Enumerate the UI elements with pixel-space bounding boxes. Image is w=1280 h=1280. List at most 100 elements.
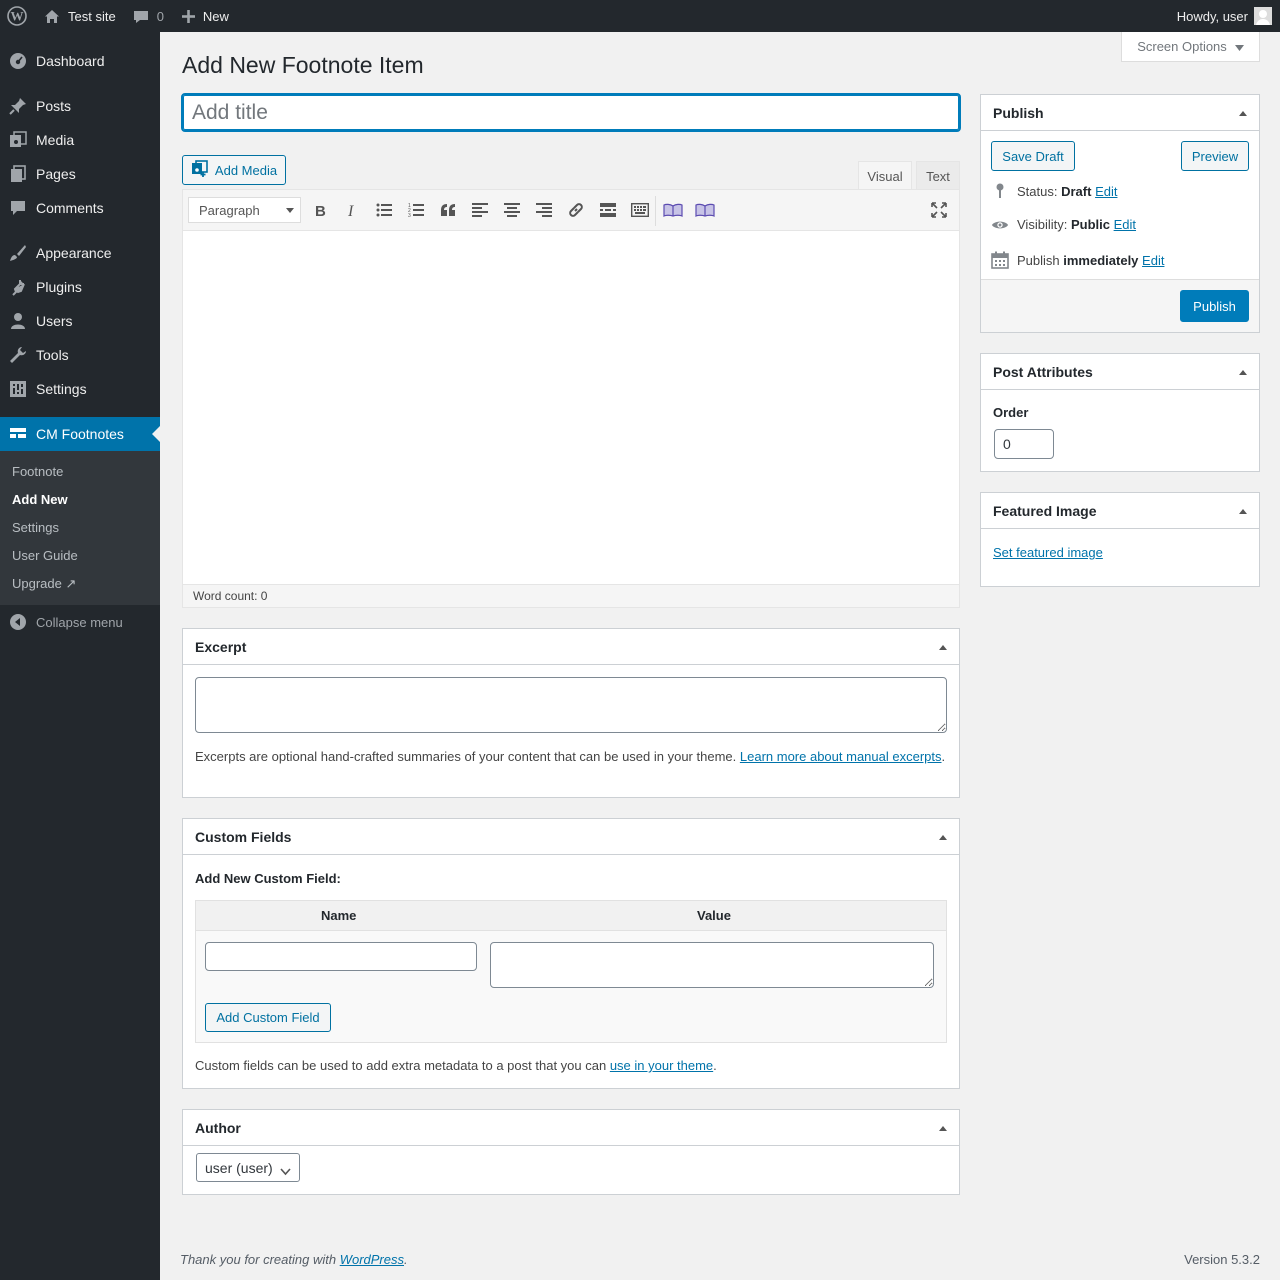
collapse-toggle-icon[interactable] (939, 1126, 947, 1131)
new-content-link[interactable]: New (172, 0, 237, 32)
comments-link[interactable]: 0 (124, 0, 172, 32)
screen-options-button[interactable]: Screen Options (1121, 32, 1260, 62)
sidebar-item-appearance[interactable]: Appearance (0, 236, 160, 270)
insert-link-button[interactable] (565, 200, 587, 222)
add-media-label: Add Media (214, 162, 278, 178)
plug-icon (0, 278, 36, 296)
submenu-item-footnote[interactable]: Footnote (12, 464, 63, 479)
submenu-item-user-guide[interactable]: User Guide (12, 548, 78, 563)
sidebar-item-label: Settings (36, 381, 87, 397)
collapse-arrow-icon (0, 613, 36, 631)
footnotes-icon (0, 425, 36, 443)
custom-field-value-textarea[interactable] (490, 942, 934, 988)
blockquote-button[interactable] (437, 200, 459, 222)
brush-icon (0, 244, 36, 262)
comment-bubble-icon (133, 9, 149, 24)
visibility-value: Public (1070, 217, 1110, 232)
sidebar-item-settings[interactable]: Settings (0, 372, 160, 406)
admin-sidebar: Dashboard Posts Media Pages Comments App… (0, 32, 160, 1280)
author-select[interactable]: user (user) (196, 1153, 300, 1182)
edit-publish-time-link[interactable]: Edit (1142, 253, 1164, 268)
excerpt-box: Excerpt Excerpts are optional hand-craft… (182, 628, 960, 798)
toolbar-toggle-button[interactable] (629, 200, 651, 222)
submenu-item-add-new[interactable]: Add New (12, 492, 68, 507)
collapse-toggle-icon[interactable] (1239, 111, 1247, 116)
submenu-item-settings[interactable]: Settings (12, 520, 59, 535)
sidebar-item-posts[interactable]: Posts (0, 89, 160, 123)
featured-image-header[interactable]: Featured Image (981, 493, 1259, 529)
tab-text[interactable]: Text (916, 161, 960, 190)
sidebar-item-dashboard[interactable]: Dashboard (0, 44, 160, 78)
svg-text:I: I (347, 203, 354, 217)
sidebar-item-label: Users (36, 313, 73, 329)
featured-image-box: Featured Image Set featured image (980, 492, 1260, 587)
edit-status-link[interactable]: Edit (1095, 184, 1117, 199)
align-center-button[interactable] (501, 200, 523, 222)
align-left-button[interactable] (469, 200, 491, 222)
custom-fields-header[interactable]: Custom Fields (183, 819, 959, 855)
sidebar-item-tools[interactable]: Tools (0, 338, 160, 372)
read-more-icon (600, 202, 616, 220)
add-media-button[interactable]: Add Media (182, 155, 286, 185)
sidebar-item-media[interactable]: Media (0, 123, 160, 157)
align-left-icon (472, 202, 488, 220)
sidebar-item-users[interactable]: Users (0, 304, 160, 338)
align-right-button[interactable] (533, 200, 555, 222)
collapse-toggle-icon[interactable] (939, 835, 947, 840)
use-in-theme-link[interactable]: use in your theme (610, 1058, 713, 1073)
post-attributes-header[interactable]: Post Attributes (981, 354, 1259, 390)
fullscreen-button[interactable] (928, 200, 950, 222)
book-icon (663, 203, 683, 220)
italic-button[interactable]: I (341, 200, 363, 222)
publish-header[interactable]: Publish (981, 95, 1259, 131)
custom-fields-help: Custom fields can be used to add extra m… (195, 1058, 717, 1073)
excerpt-header[interactable]: Excerpt (183, 629, 959, 665)
editor-content-area[interactable] (183, 231, 959, 584)
sidebar-item-label: Appearance (36, 245, 112, 261)
excerpt-learn-more-link[interactable]: Learn more about manual excerpts (740, 749, 942, 764)
sidebar-item-pages[interactable]: Pages (0, 157, 160, 191)
add-custom-field-subtitle: Add New Custom Field: (195, 871, 341, 886)
excerpt-textarea[interactable] (195, 677, 947, 733)
dashboard-icon (0, 52, 36, 70)
order-input[interactable] (994, 429, 1054, 459)
align-center-icon (504, 202, 520, 220)
my-account-link[interactable]: Howdy, user (1169, 0, 1280, 32)
read-more-button[interactable] (597, 200, 619, 222)
collapse-toggle-icon[interactable] (1239, 370, 1247, 375)
column-header-value: Value (697, 908, 731, 923)
sidebar-item-plugins[interactable]: Plugins (0, 270, 160, 304)
tab-visual[interactable]: Visual (858, 161, 912, 190)
custom-field-name-input[interactable] (205, 942, 477, 971)
sidebar-item-comments[interactable]: Comments (0, 191, 160, 225)
preview-button[interactable]: Preview (1181, 141, 1249, 171)
wordpress-logo-icon[interactable]: W (0, 0, 36, 32)
wordpress-link[interactable]: WordPress (340, 1252, 404, 1267)
footnote-button[interactable] (662, 200, 684, 222)
collapse-toggle-icon[interactable] (1239, 509, 1247, 514)
table-header: Name Value (196, 901, 946, 931)
sidebar-item-cm-footnotes[interactable]: CM Footnotes (0, 417, 160, 451)
format-select[interactable]: Paragraph (188, 197, 301, 223)
footnote-list-button[interactable] (694, 200, 716, 222)
set-featured-image-link[interactable]: Set featured image (993, 545, 1103, 560)
post-title-input[interactable] (181, 93, 961, 132)
publish-button[interactable]: Publish (1180, 290, 1249, 322)
collapse-toggle-icon[interactable] (939, 645, 947, 650)
comments-count: 0 (156, 8, 164, 24)
site-name-link[interactable]: Test site (36, 0, 124, 32)
calendar-icon (991, 251, 1009, 269)
bold-icon: B (313, 203, 327, 220)
submenu-item-upgrade[interactable]: Upgrade ↗ (12, 576, 76, 592)
bold-button[interactable]: B (309, 200, 331, 222)
save-draft-button[interactable]: Save Draft (991, 141, 1075, 171)
numbered-list-button[interactable]: 123 (405, 200, 427, 222)
add-custom-field-button[interactable]: Add Custom Field (205, 1003, 331, 1032)
footnotes-submenu: Footnote Add New Settings User Guide Upg… (0, 451, 160, 605)
bullet-list-button[interactable] (373, 200, 395, 222)
pages-icon (0, 165, 36, 183)
collapse-menu-button[interactable]: Collapse menu (0, 610, 160, 634)
edit-visibility-link[interactable]: Edit (1114, 217, 1136, 232)
author-header[interactable]: Author (183, 1110, 959, 1146)
user-icon (0, 312, 36, 330)
